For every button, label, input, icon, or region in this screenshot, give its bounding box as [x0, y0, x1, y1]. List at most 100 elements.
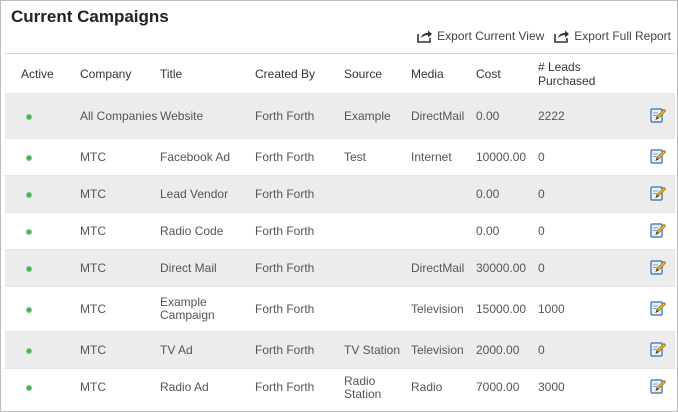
- leads-cell: 0: [538, 249, 641, 287]
- media-cell: Television: [411, 331, 476, 369]
- page-title: Current Campaigns: [11, 7, 169, 26]
- active-status-icon: [26, 265, 32, 272]
- cost-cell: 10000.00: [476, 149, 527, 164]
- source-cell: [344, 287, 411, 332]
- export-full-report-button[interactable]: Export Full Report: [554, 29, 671, 43]
- active-cell: [5, 139, 80, 176]
- created-by-cell: Forth Forth: [255, 331, 344, 369]
- table-header-row: Active Company Title Created By Source M…: [5, 54, 675, 94]
- leads-cell: 0: [538, 223, 545, 238]
- created-by-cell: Forth Forth: [255, 149, 315, 164]
- edit-cell: [641, 213, 675, 250]
- leads-cell: 3000: [538, 380, 565, 395]
- media-cell: [411, 213, 476, 250]
- active-cell: [5, 287, 80, 332]
- table-row: MTC Lead Vendor Forth Forth 0.00 0: [5, 175, 675, 213]
- edit-cell: [641, 175, 675, 213]
- column-header-leads-purchased[interactable]: # Leads Purchased: [538, 54, 641, 94]
- media-cell: DirectMail: [411, 93, 476, 139]
- company-cell: MTC: [80, 223, 106, 238]
- cost-cell: 7000.00: [476, 380, 520, 395]
- source-cell: [344, 213, 411, 250]
- created-by-cell: Forth Forth: [255, 249, 344, 287]
- export-full-report-label: Export Full Report: [574, 29, 671, 43]
- media-cell: Radio: [411, 380, 443, 395]
- title-cell: Facebook Ad: [160, 149, 231, 164]
- campaigns-table-container: Active Company Title Created By Source M…: [5, 53, 675, 407]
- table-row: MTC Direct Mail Forth Forth DirectMail 30000…: [5, 249, 675, 287]
- column-header-title[interactable]: Title: [160, 54, 255, 94]
- column-header-cost[interactable]: Cost: [476, 54, 538, 94]
- edit-cell: [641, 331, 675, 369]
- edit-pencil-icon[interactable]: [650, 148, 667, 164]
- active-status-icon: [26, 347, 32, 354]
- company-cell: MTC: [80, 301, 106, 316]
- edit-pencil-icon[interactable]: [650, 222, 667, 238]
- company-cell: All Companies: [80, 93, 160, 139]
- edit-pencil-icon[interactable]: [650, 378, 667, 394]
- table-row: MTC Radio Ad Forth Forth Radio Station Radio…: [5, 368, 675, 407]
- table-row: MTC Facebook Ad Forth Forth Test Internet 100…: [5, 138, 675, 176]
- active-status-icon: [26, 228, 32, 235]
- table-row: MTC Example Campaign Forth Forth Television…: [5, 286, 675, 332]
- source-cell: [344, 249, 411, 287]
- media-cell: Television: [411, 301, 464, 316]
- created-by-cell: Forth Forth: [255, 223, 315, 238]
- cost-cell: 0.00: [476, 223, 500, 238]
- title-cell: TV Ad: [160, 331, 255, 369]
- title-cell: Direct Mail: [160, 249, 255, 287]
- edit-pencil-icon[interactable]: [650, 341, 667, 357]
- active-cell: [5, 213, 80, 250]
- cost-cell: 2000.00: [476, 331, 538, 369]
- cost-cell: 30000.00: [476, 249, 538, 287]
- share-export-icon: [417, 29, 433, 43]
- column-header-media[interactable]: Media: [411, 54, 476, 94]
- active-cell: [5, 249, 80, 287]
- active-status-icon: [26, 385, 32, 392]
- table-row: MTC TV Ad Forth Forth TV Station Television 2…: [5, 331, 675, 369]
- cost-cell: 15000.00: [476, 301, 527, 316]
- edit-cell: [641, 93, 675, 139]
- edit-pencil-icon[interactable]: [650, 259, 667, 275]
- edit-pencil-icon[interactable]: [650, 107, 667, 123]
- company-cell: MTC: [80, 149, 106, 164]
- edit-pencil-icon[interactable]: [650, 300, 667, 316]
- column-header-created-by[interactable]: Created By: [255, 54, 344, 94]
- export-toolbar: Export Current View Export Full Report: [417, 28, 671, 44]
- title-cell: Lead Vendor: [160, 175, 255, 213]
- media-cell: [411, 175, 476, 213]
- column-header-source[interactable]: Source: [344, 54, 411, 94]
- edit-pencil-icon[interactable]: [650, 185, 667, 201]
- media-cell: Internet: [411, 149, 452, 164]
- table-row: All Companies Website Forth Forth Example Di…: [5, 93, 675, 139]
- title-cell: Website: [160, 93, 255, 139]
- created-by-cell: Forth Forth: [255, 93, 344, 139]
- column-header-company[interactable]: Company: [80, 54, 160, 94]
- campaigns-panel: Current Campaigns Export Current View Ex…: [0, 0, 678, 412]
- source-cell: Radio Station: [344, 373, 382, 401]
- source-cell: Example: [344, 93, 411, 139]
- media-cell: DirectMail: [411, 249, 476, 287]
- active-cell: [5, 175, 80, 213]
- cost-cell: 0.00: [476, 175, 538, 213]
- created-by-cell: Forth Forth: [255, 175, 344, 213]
- edit-cell: [641, 249, 675, 287]
- leads-cell: 0: [538, 149, 545, 164]
- column-header-active[interactable]: Active: [5, 54, 80, 94]
- company-cell: MTC: [80, 380, 106, 395]
- column-header-actions: [641, 54, 675, 94]
- active-status-icon: [26, 191, 32, 198]
- created-by-cell: Forth Forth: [255, 301, 315, 316]
- company-cell: MTC: [80, 331, 160, 369]
- edit-cell: [641, 287, 675, 332]
- source-cell: [344, 175, 411, 213]
- edit-cell: [641, 139, 675, 176]
- export-current-view-label: Export Current View: [437, 29, 545, 43]
- source-cell: TV Station: [344, 331, 411, 369]
- active-cell: [5, 331, 80, 369]
- export-current-view-button[interactable]: Export Current View: [417, 29, 544, 43]
- company-cell: MTC: [80, 249, 160, 287]
- leads-cell: 0: [538, 175, 641, 213]
- title-cell: Radio Ad: [160, 380, 209, 395]
- active-status-icon: [26, 154, 32, 161]
